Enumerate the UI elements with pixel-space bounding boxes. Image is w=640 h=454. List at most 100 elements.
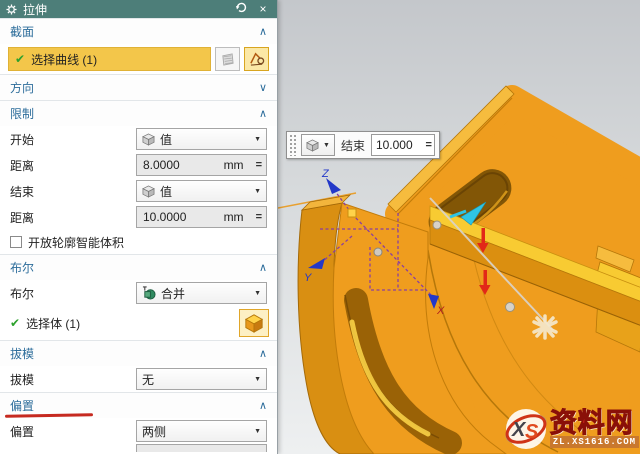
gear-icon xyxy=(6,4,17,15)
watermark-logo-icon: X S xyxy=(503,406,549,452)
model-canvas[interactable]: Z Y X xyxy=(278,0,640,454)
formula-icon[interactable]: = xyxy=(426,139,432,151)
chevron-down-icon: ∨ xyxy=(259,81,267,94)
section-header-offset[interactable]: 偏置 ∧ xyxy=(0,392,277,418)
section-header-limits[interactable]: 限制 ∧ xyxy=(0,100,277,126)
end-limit-mode-dropdown[interactable]: ▼ xyxy=(301,134,335,156)
start-label: 开始 xyxy=(10,131,136,148)
chevron-down-icon: ▼ xyxy=(254,290,261,297)
watermark-site-url: ZL.XS1616.COM xyxy=(550,436,639,448)
y-axis-label: Y xyxy=(304,272,312,284)
watermark-site-name: 资料网 xyxy=(550,410,639,436)
close-button[interactable]: × xyxy=(255,1,271,17)
chevron-up-icon: ∧ xyxy=(259,399,267,412)
start-mode-dropdown[interactable]: 值 ▼ xyxy=(136,128,267,150)
sketch-section-button[interactable] xyxy=(244,47,269,71)
boolean-dropdown[interactable]: 合并 ▼ xyxy=(136,282,267,304)
drag-ball-handle-2[interactable] xyxy=(506,303,515,312)
end-distance-input[interactable]: 10.0000 mm = xyxy=(136,206,267,228)
extrude-dialog: 拉伸 × 截面 ∧ ✔ 选择曲线 (1) xyxy=(0,0,278,454)
direction-header-label: 方向 xyxy=(10,79,34,96)
check-icon: ✔ xyxy=(15,52,25,66)
3d-viewport[interactable]: Z Y X xyxy=(278,0,640,454)
select-body-label: 选择体 (1) xyxy=(26,315,80,332)
onscreen-end-distance-value: 10.000 xyxy=(376,138,426,152)
draft-label: 拔模 xyxy=(10,371,136,388)
select-curve-row: ✔ 选择曲线 (1) xyxy=(0,44,277,74)
end-distance-label: 距离 xyxy=(10,209,136,226)
origin-handle[interactable] xyxy=(348,209,356,217)
end-mode-dropdown[interactable]: 值 ▼ xyxy=(136,180,267,202)
cube-icon xyxy=(142,185,155,198)
end-distance-value: 10.0000 xyxy=(143,210,224,224)
open-profile-row: 开放轮廓智能体积 xyxy=(0,230,277,254)
start-mode-value: 值 xyxy=(160,131,172,148)
select-curve-field[interactable]: ✔ 选择曲线 (1) xyxy=(8,47,211,71)
section-header-section[interactable]: 截面 ∧ xyxy=(0,18,277,44)
boolean-value: 合并 xyxy=(161,285,185,302)
sketch-icon xyxy=(249,51,265,67)
end-distance-unit: mm xyxy=(224,210,244,224)
boolean-header-label: 布尔 xyxy=(10,259,34,276)
chevron-down-icon: ▼ xyxy=(254,376,261,383)
sketch-ball-handle[interactable] xyxy=(374,248,382,256)
chevron-down-icon: ▼ xyxy=(254,188,261,195)
svg-text:S: S xyxy=(525,421,539,443)
toolbar-grip-handle[interactable] xyxy=(289,134,298,156)
open-profile-label: 开放轮廓智能体积 xyxy=(28,234,124,251)
z-axis-label: Z xyxy=(321,168,330,180)
boolean-row: 布尔 合并 ▼ xyxy=(0,280,277,306)
start-row: 开始 值 ▼ xyxy=(0,126,277,152)
limits-header-label: 限制 xyxy=(10,105,34,122)
draft-header-label: 拔模 xyxy=(10,345,34,362)
start-distance-label: 距离 xyxy=(10,157,136,174)
offset-dropdown[interactable]: 两侧 ▼ xyxy=(136,420,267,442)
reset-button[interactable] xyxy=(233,1,249,17)
end-distance-row: 距离 10.0000 mm = xyxy=(0,204,277,230)
chevron-up-icon: ∧ xyxy=(259,347,267,360)
section-header-direction[interactable]: 方向 ∨ xyxy=(0,74,277,100)
end-label: 结束 xyxy=(10,183,136,200)
cube-icon xyxy=(142,133,155,146)
onscreen-input-toolbar: ▼ 结束 10.000 = xyxy=(286,131,440,159)
offset-value: 两侧 xyxy=(142,423,166,440)
offset-row: 偏置 两侧 ▼ xyxy=(0,418,277,444)
chevron-up-icon: ∧ xyxy=(259,25,267,38)
open-profile-checkbox[interactable] xyxy=(10,236,22,248)
select-body-button[interactable] xyxy=(239,309,269,337)
onscreen-end-distance-input[interactable]: 10.000 = xyxy=(371,134,435,156)
start-distance-row: 距离 8.0000 mm = xyxy=(0,152,277,178)
app-window: Z Y X xyxy=(0,0,640,454)
formula-icon[interactable]: = xyxy=(256,159,262,171)
formula-icon[interactable]: = xyxy=(256,211,262,223)
section-header-draft[interactable]: 拔模 ∧ xyxy=(0,340,277,366)
chevron-down-icon: ▼ xyxy=(254,136,261,143)
offset-start-input-partial[interactable] xyxy=(136,444,267,452)
boolean-label: 布尔 xyxy=(10,285,136,302)
chevron-up-icon: ∧ xyxy=(259,261,267,274)
draft-dropdown[interactable]: 无 ▼ xyxy=(136,368,267,390)
select-curve-label: 选择曲线 (1) xyxy=(31,51,97,68)
reset-icon xyxy=(235,1,247,13)
drag-ball-handle[interactable] xyxy=(433,221,441,229)
z-axis-arrow xyxy=(326,178,341,194)
onscreen-end-label: 结束 xyxy=(338,137,368,154)
x-axis-label: X xyxy=(436,305,445,317)
start-distance-value: 8.0000 xyxy=(143,158,224,172)
offset-start-row-partial xyxy=(0,444,277,452)
select-body-row: ✔ 选择体 (1) xyxy=(0,306,277,340)
end-mode-value: 值 xyxy=(160,183,172,200)
dialog-title: 拉伸 xyxy=(23,1,227,18)
cube-icon xyxy=(306,139,319,152)
draft-value: 无 xyxy=(142,371,154,388)
check-icon: ✔ xyxy=(10,316,20,330)
dialog-titlebar[interactable]: 拉伸 × xyxy=(0,0,277,18)
start-distance-input[interactable]: 8.0000 mm = xyxy=(136,154,267,176)
draft-row: 拔模 无 ▼ xyxy=(0,366,277,392)
watermark: X S 资料网 ZL.XS1616.COM xyxy=(503,406,639,452)
select-face-region-button[interactable] xyxy=(215,47,240,71)
section-header-boolean[interactable]: 布尔 ∧ xyxy=(0,254,277,280)
end-row: 结束 值 ▼ xyxy=(0,178,277,204)
solid-body-cube-icon xyxy=(244,313,264,333)
chevron-up-icon: ∧ xyxy=(259,107,267,120)
